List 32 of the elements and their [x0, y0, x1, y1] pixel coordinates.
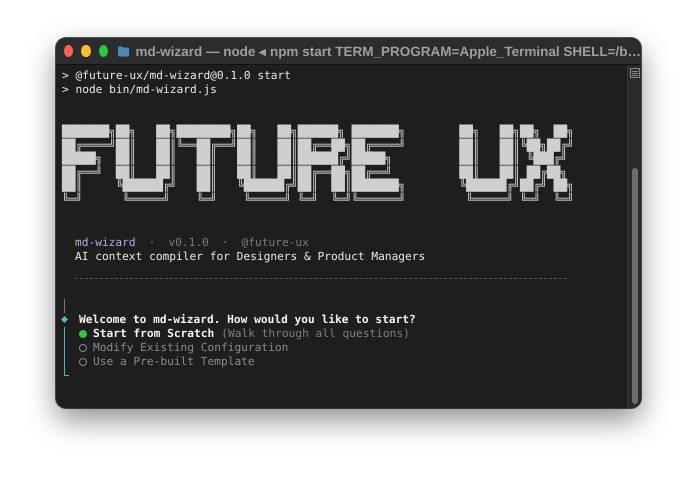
banner-text-line: ███████╗██╗ ██╗████████╗██╗ ██╗██████╗ ███████╗ ██╗ ██╗██╗ ██╗	[62, 125, 575, 138]
scope-text: @future-ux	[242, 236, 309, 250]
command-line: > @future-ux/md-wizard@0.1.0 start	[62, 69, 292, 83]
bracket-line	[64, 326, 69, 376]
option-label: Use a Pre-built Template	[93, 355, 255, 368]
folder-icon	[118, 44, 130, 58]
separator: ·	[222, 236, 229, 250]
option-label: Start from Scratch	[93, 327, 214, 340]
gutter-line	[64, 298, 65, 313]
version-text: v0.1.0	[168, 236, 209, 250]
prompt-question: Welcome to md-wizard. How would you like to start?	[79, 313, 416, 326]
banner-text-line: █████╗ ██║ ██║ ██║ ██║ ██║██████╔╝█████╗ ██║ ██║ ╚███╔╝	[62, 152, 568, 166]
option-item[interactable]: Modify Existing Configuration	[79, 340, 410, 355]
minimize-icon[interactable]	[81, 45, 91, 57]
banner-text-line: ██║ ╚██████╔╝ ██║ ╚██████╔╝██║ ██║███████╗ ╚██████╔╝██╔╝ ██╗	[62, 179, 575, 192]
scrollbar-thumb[interactable]	[632, 168, 638, 404]
window-title: md-wizard — node ◂ npm start TERM_PROGRAM=Apple_Terminal SHELL=/b…	[135, 43, 641, 59]
scrollbar[interactable]	[627, 65, 641, 408]
maximize-icon[interactable]	[98, 45, 108, 57]
close-icon[interactable]	[64, 45, 74, 57]
tagline: AI context compiler for Designers & Product Managers	[74, 250, 426, 264]
separator: ·	[148, 236, 156, 250]
option-item[interactable]: Use a Pre-built Template	[79, 354, 410, 369]
app-name: md-wizard	[75, 236, 136, 250]
option-hint: (Walk through all questions)	[221, 327, 410, 340]
option-label: Modify Existing Configuration	[93, 341, 288, 354]
banner-text-line: ╚═╝ ╚═════╝ ╚═╝ ╚═════╝ ╚═╝ ╚═╝╚══════╝ ╚═════╝ ╚═╝ ╚═╝	[62, 192, 575, 207]
command-line: > node bin/md-wizard.js	[62, 83, 218, 97]
option-item[interactable]: Start from Scratch (Walk through all questions)	[79, 326, 410, 341]
banner-text-line: ██╔════╝██║ ██║╚══██╔══╝██║ ██║██╔══██╗██╔════╝ ██║ ██║╚██╗██╔╝	[62, 138, 575, 152]
split-pane-icon[interactable]	[630, 68, 640, 78]
banner-text-line: ██╔══╝ ██║ ██║ ██║ ██║ ██║██╔══██╗██╔══╝ ██║ ██║ ██╔██╗	[62, 166, 568, 179]
